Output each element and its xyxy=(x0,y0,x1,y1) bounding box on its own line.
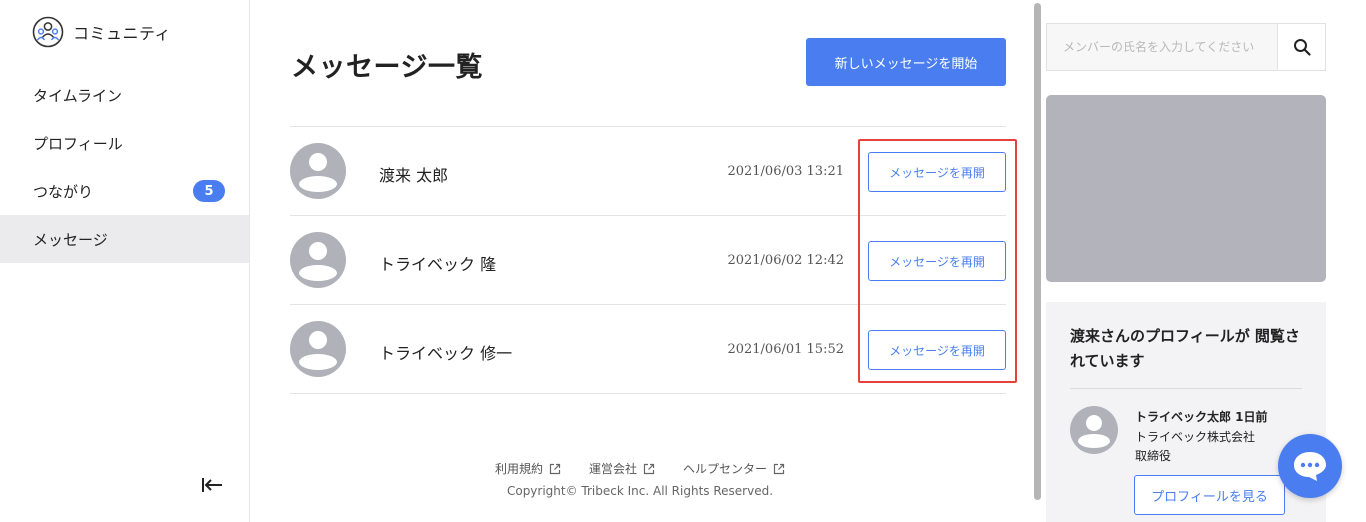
footer-link-label: 運営会社 xyxy=(588,462,637,476)
external-link-icon xyxy=(773,463,785,474)
brand[interactable]: コミュニティ xyxy=(32,15,171,49)
divider xyxy=(1070,388,1302,389)
footer-link-label: 利用規約 xyxy=(494,462,543,476)
sidebar-item-connections[interactable]: つながり 5 xyxy=(0,167,249,215)
banner-placeholder xyxy=(1046,95,1326,282)
footer-link-terms[interactable]: 利用規約 xyxy=(495,460,561,477)
sidebar-item-label: タイムライン xyxy=(33,86,122,105)
viewer-role: 取締役 xyxy=(1135,449,1172,463)
avatar xyxy=(290,143,346,199)
sidebar-item-profile[interactable]: プロフィール xyxy=(0,119,249,167)
viewer-name: トライベック太郎 1日前 xyxy=(1135,410,1268,424)
external-link-icon xyxy=(549,463,561,474)
sidebar-item-timeline[interactable]: タイムライン xyxy=(0,71,249,119)
message-partner-name: 渡来 太郎 xyxy=(379,166,449,185)
profile-viewers-card: 渡来さんのプロフィールが 閲覧されています トライベック太郎 1日前 トライベッ… xyxy=(1046,302,1326,522)
resume-message-button[interactable]: メッセージを再開 xyxy=(868,152,1006,192)
chat-bubble-icon xyxy=(1294,452,1326,481)
message-row[interactable]: トライベック 隆 2021/06/02 12:42 メッセージを再開 xyxy=(290,216,1006,305)
resume-message-button[interactable]: メッセージを再開 xyxy=(868,241,1006,281)
message-row[interactable]: 渡来 太郎 2021/06/03 13:21 メッセージを再開 xyxy=(290,127,1006,216)
main-scrollbar[interactable] xyxy=(1034,3,1041,500)
footer-link-company[interactable]: 運営会社 xyxy=(589,460,655,477)
avatar xyxy=(290,321,346,377)
message-row[interactable]: トライベック 修一 2021/06/01 15:52 メッセージを再開 xyxy=(290,305,1006,394)
message-partner-name: トライベック 隆 xyxy=(379,255,497,274)
member-search-input[interactable] xyxy=(1047,24,1277,70)
copyright: Copyright© Tribeck Inc. All Rights Reser… xyxy=(506,484,774,498)
sidebar-item-messages[interactable]: メッセージ xyxy=(0,215,249,263)
search-icon xyxy=(1293,39,1311,56)
footer-link-label: ヘルプセンター xyxy=(683,462,768,476)
viewer-company: トライベック株式会社 xyxy=(1135,430,1256,444)
search-button[interactable] xyxy=(1277,24,1325,70)
message-list: 渡来 太郎 2021/06/03 13:21 メッセージを再開 トライベック 隆… xyxy=(290,126,1006,394)
collapse-sidebar-icon[interactable] xyxy=(200,475,224,495)
resume-message-button[interactable]: メッセージを再開 xyxy=(868,330,1006,370)
community-logo-icon xyxy=(32,16,64,48)
sidebar-item-label: メッセージ xyxy=(33,230,108,249)
message-date: 2021/06/02 12:42 xyxy=(727,253,844,268)
sidebar-item-label: プロフィール xyxy=(33,134,123,153)
sidebar-item-label: つながり xyxy=(33,182,94,201)
avatar xyxy=(290,232,346,288)
connections-count-badge: 5 xyxy=(193,180,225,202)
profile-viewers-title: 渡来さんのプロフィールが 閲覧されています xyxy=(1070,327,1300,370)
main-content: メッセージ一覧 新しいメッセージを開始 渡来 太郎 2021/06/03 13:… xyxy=(250,0,1030,522)
new-message-button[interactable]: 新しいメッセージを開始 xyxy=(806,38,1006,86)
message-date: 2021/06/01 15:52 xyxy=(727,342,844,357)
chat-button[interactable] xyxy=(1278,434,1342,498)
app-name: コミュニティ xyxy=(73,24,172,43)
page-title: メッセージ一覧 xyxy=(291,52,483,83)
view-profile-button[interactable]: プロフィールを見る xyxy=(1134,475,1285,515)
sidebar: コミュニティ タイムライン プロフィール つながり 5 メッセージ xyxy=(0,0,250,522)
message-date: 2021/06/03 13:21 xyxy=(727,164,844,179)
footer-link-help[interactable]: ヘルプセンター xyxy=(683,460,785,477)
avatar xyxy=(1070,406,1118,454)
footer-links: 利用規約 運営会社 ヘルプセンター xyxy=(250,460,1030,477)
message-partner-name: トライベック 修一 xyxy=(379,344,513,363)
member-search xyxy=(1046,23,1326,71)
sidebar-nav: タイムライン プロフィール つながり 5 メッセージ xyxy=(0,71,249,263)
external-link-icon xyxy=(643,463,655,474)
